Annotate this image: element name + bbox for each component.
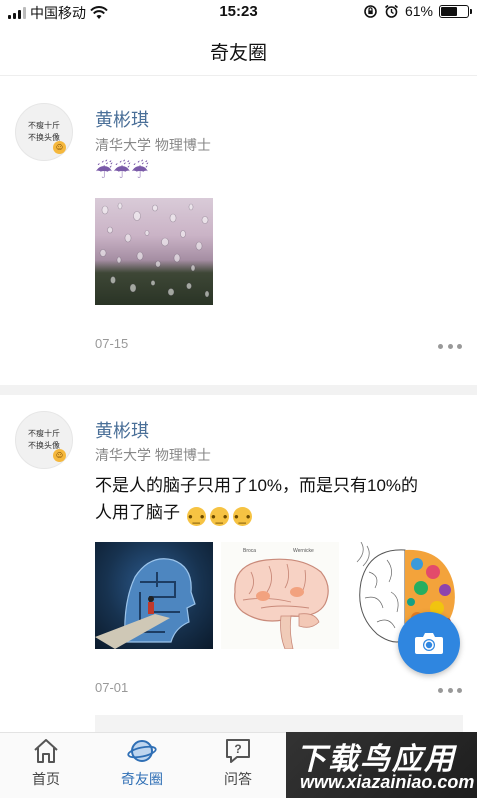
post-date: 07-01 [95,680,129,695]
rain-window-photo[interactable] [95,198,213,305]
author-name[interactable]: 黄彬琪 [95,106,149,132]
tab-label: 奇友圈 [121,771,163,787]
nav-bar: 奇友圈 [0,28,477,76]
neutral-face-icon: •_• [186,507,206,526]
post-text-line: 人用了脑子 •_• •_• •_• [95,499,465,526]
avatar-text-line: 不瘦十斤 [28,429,60,438]
more-options-button[interactable] [438,341,462,351]
smile-icon: ☺ [53,449,66,462]
avatar[interactable]: 不瘦十斤 不换头像 ☺ [15,411,73,469]
author-description: 清华大学 物理博士 [95,137,211,153]
smile-icon: ☺ [53,141,66,154]
post-text: ☔☔☔ [95,161,149,183]
svg-text:?: ? [234,742,241,756]
watermark: 下载鸟应用 www.xiazainiao.com [286,732,477,798]
status-bar: 中国移动 15:23 61% [0,0,477,24]
moments-feed[interactable]: 不瘦十斤 不换头像 ☺ 黄彬琪 清华大学 物理博士 ☔☔☔ 07-15 不瘦十斤… [0,77,477,732]
tab-label: 首页 [32,771,60,787]
brain-diagram[interactable]: Broca Wernicke [221,542,339,649]
more-options-button[interactable] [438,685,462,695]
author-name[interactable]: 黄彬琪 [95,417,149,443]
post-text: 不是人的脑子只用了10%，而是只有10%的 人用了脑子 •_• •_• •_• [95,472,465,526]
comment-area[interactable] [95,715,463,732]
status-right: 61% [363,3,472,19]
orientation-lock-icon [364,4,377,18]
post-text-line: 不是人的脑子只用了10%，而是只有10%的 [95,476,419,495]
battery-percent: 61% [404,3,433,19]
neutral-face-icon: •_• [232,507,252,526]
home-icon [34,739,58,763]
page-title: 奇友圈 [209,43,267,64]
tab-home[interactable]: 首页 [6,737,86,789]
avatar[interactable]: 不瘦十斤 不换头像 ☺ [15,103,73,161]
avatar-text-line: 不瘦十斤 [28,121,60,130]
watermark-url: www.xiazainiao.com [300,772,475,792]
neutral-face-icon: •_• [209,507,229,526]
camera-icon [415,633,443,654]
brain-label: Broca [243,548,256,554]
head-maze-illustration[interactable] [95,542,213,649]
qa-icon: ? [226,739,250,763]
tab-moments[interactable]: 奇友圈 [102,737,182,789]
tab-label: 问答 [224,771,252,787]
post-separator [0,385,477,395]
post-text-line2: 人用了脑子 [95,503,180,522]
alarm-icon [384,4,398,18]
battery-icon [439,4,472,18]
post-date: 07-15 [95,336,129,351]
post-card[interactable]: 不瘦十斤 不换头像 ☺ 黄彬琪 清华大学 物理博士 ☔☔☔ 07-15 [0,77,477,385]
planet-icon [127,740,157,762]
tab-qa[interactable]: ? 问答 [198,737,278,789]
author-description: 清华大学 物理博士 [95,447,211,463]
brain-label: Wernicke [293,548,314,554]
camera-button[interactable] [398,612,460,674]
